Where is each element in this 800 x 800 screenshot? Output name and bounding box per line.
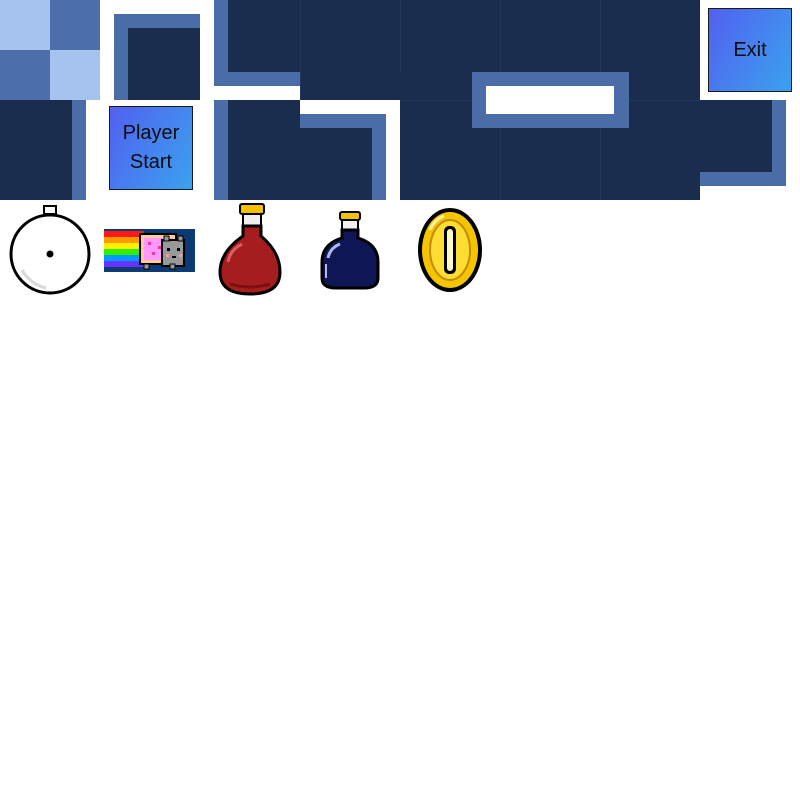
tile-wall-top-right[interactable] xyxy=(300,100,400,200)
player-start-label: Player Start xyxy=(109,106,193,190)
grid-seam xyxy=(500,0,501,72)
grid-seam xyxy=(629,100,700,101)
nyan-cat-icon[interactable] xyxy=(100,200,200,300)
grid-seam xyxy=(300,0,301,100)
blue-potion-icon[interactable] xyxy=(300,200,400,300)
grid-seam xyxy=(600,0,601,72)
tile-wall-right[interactable] xyxy=(0,100,100,200)
tile-wall-bottom-right[interactable] xyxy=(700,100,800,200)
grid-seam xyxy=(400,0,401,72)
tile-wall-plain[interactable] xyxy=(300,0,400,100)
tile-wall-bottom-left[interactable] xyxy=(200,0,300,100)
tile-exit[interactable]: Exit xyxy=(700,0,800,100)
bomb-icon[interactable] xyxy=(0,200,100,300)
tile-player-start[interactable]: Player Start xyxy=(100,100,200,200)
gold-coin-icon[interactable] xyxy=(400,200,500,300)
exit-label: Exit xyxy=(708,8,792,92)
grid-seam xyxy=(500,128,501,200)
tile-wall-left[interactable] xyxy=(200,100,300,200)
tile-checker[interactable] xyxy=(0,0,100,100)
red-potion-icon[interactable] xyxy=(200,200,300,300)
floor-gap-lower xyxy=(486,100,614,114)
grid-seam xyxy=(600,128,601,200)
tile-wall-corner-inner[interactable] xyxy=(100,0,200,100)
grid-seam xyxy=(400,100,472,101)
